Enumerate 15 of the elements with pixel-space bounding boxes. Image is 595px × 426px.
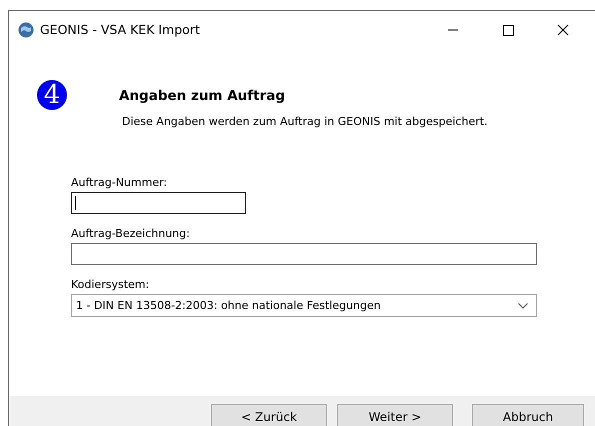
- field-label: Auftrag-Bezeichnung:: [71, 227, 191, 240]
- page-heading: Angaben zum Auftrag: [119, 88, 286, 104]
- dropdown[interactable]: 1 - DIN EN 13508-2:2003: ohne nationale Festlegungen: [71, 294, 537, 317]
- wizard-button[interactable]: Weiter >: [337, 404, 453, 426]
- input-field[interactable]: [71, 243, 537, 265]
- field-label: Kodiersystem:: [71, 278, 150, 291]
- field-label: Auftrag-Nummer:: [71, 176, 168, 189]
- step-number: 4: [37, 80, 67, 110]
- wizard-button[interactable]: Abbruch: [472, 404, 584, 426]
- globe-icon: [18, 22, 34, 38]
- input-field[interactable]: [71, 192, 246, 214]
- wizard-button[interactable]: < Zurück: [211, 404, 327, 426]
- window-title: GEONIS - VSA KEK Import: [40, 22, 201, 37]
- page-description: Diese Angaben werden zum Auftrag in GEONIS mit abgespeichert.: [122, 115, 488, 128]
- chevron-down-icon: [518, 302, 528, 308]
